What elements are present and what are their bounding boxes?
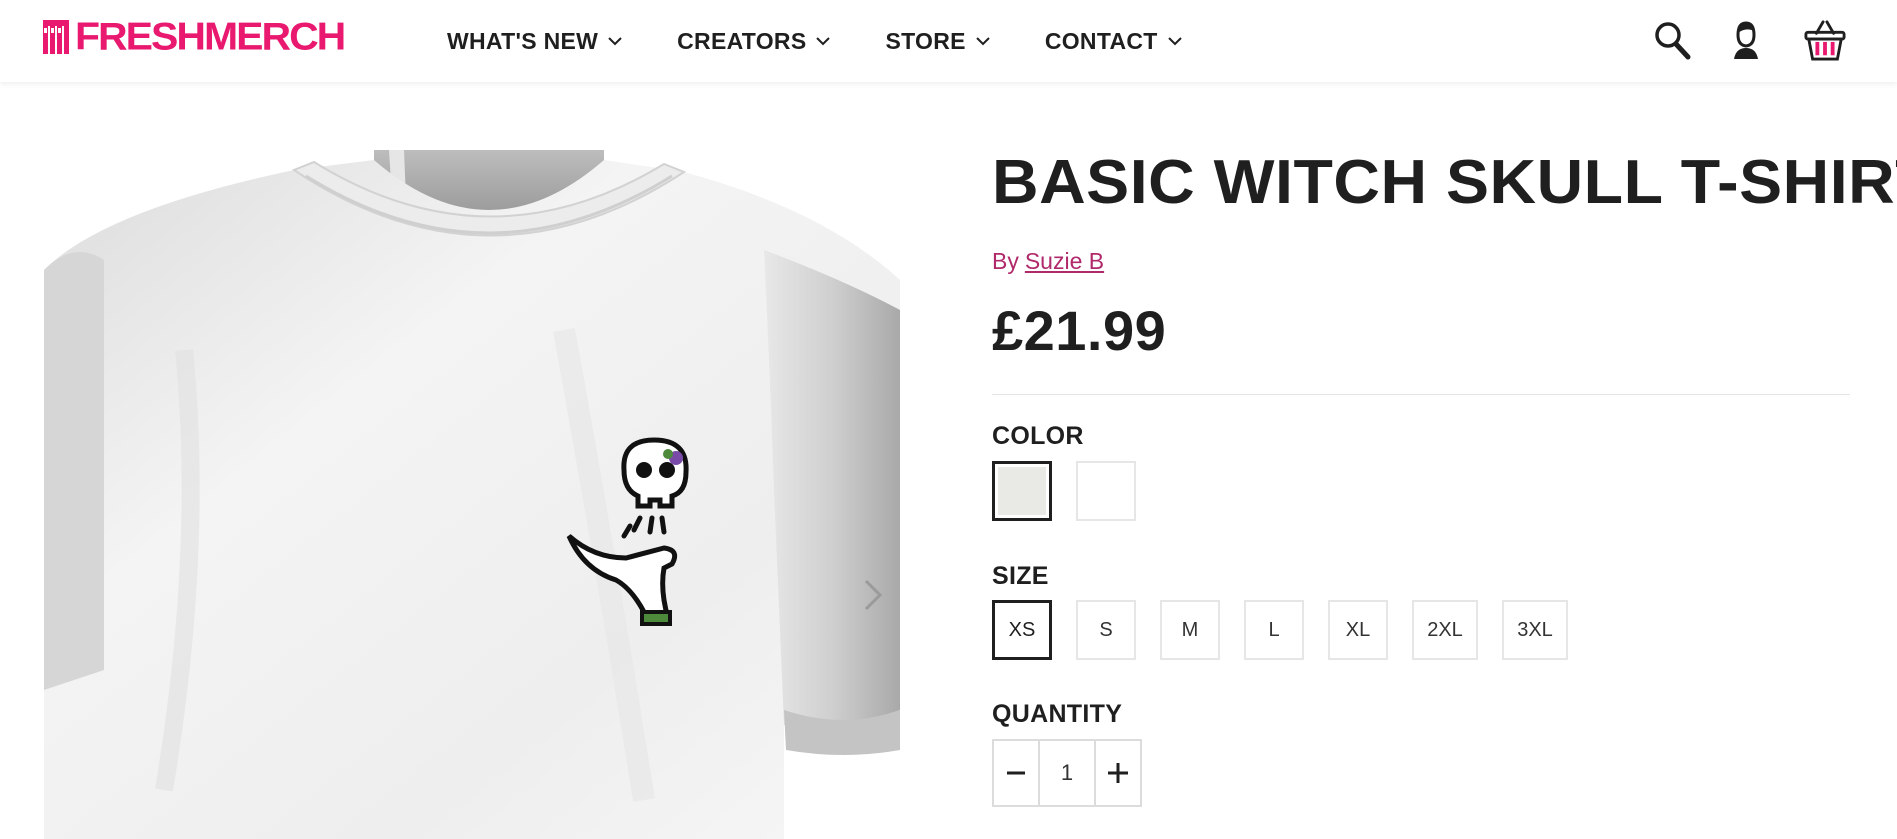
- size-label: SIZE: [992, 562, 1049, 590]
- main-nav: WHAT'S NEW CREATORS STORE CONTACT: [447, 0, 1237, 82]
- color-label: COLOR: [992, 422, 1084, 450]
- tshirt-image: [44, 150, 900, 839]
- size-option-3xl[interactable]: 3XL: [1502, 600, 1568, 660]
- search-icon: [1655, 22, 1691, 60]
- brand-logo[interactable]: FRESHMERCH: [43, 13, 346, 58]
- plus-icon: [1108, 763, 1128, 783]
- size-option-xs[interactable]: XS: [992, 600, 1052, 660]
- size-option-m[interactable]: M: [1160, 600, 1220, 660]
- logo-mark-icon: [43, 20, 69, 54]
- chevron-down-icon: [816, 36, 831, 45]
- divider: [992, 394, 1850, 395]
- quantity-label: QUANTITY: [992, 700, 1123, 728]
- nav-item-store[interactable]: STORE: [885, 27, 990, 55]
- swatch-fill: [998, 467, 1046, 515]
- size-option-2xl[interactable]: 2XL: [1412, 600, 1478, 660]
- nav-item-contact[interactable]: CONTACT: [1045, 28, 1182, 55]
- nav-item-creators[interactable]: CREATORS: [677, 27, 831, 55]
- site-header: FRESHMERCH WHAT'S NEW CREATORS STORE CON…: [0, 0, 1897, 82]
- nav-item-whats-new[interactable]: WHAT'S NEW: [447, 28, 622, 55]
- product-title: BASIC WITCH SKULL T-SHIRT: [992, 148, 1897, 217]
- chevron-down-icon: [1167, 36, 1182, 45]
- quantity-input[interactable]: 1: [1038, 741, 1096, 805]
- brand-name: FRESHMERCH: [75, 13, 346, 58]
- color-swatch-white[interactable]: [1076, 461, 1136, 521]
- quantity-decrease-button[interactable]: [994, 741, 1038, 805]
- creator-link[interactable]: Suzie B: [1025, 248, 1104, 274]
- nav-item-label: WHAT'S NEW: [447, 27, 599, 54]
- nav-item-label: STORE: [885, 27, 966, 54]
- size-option-l[interactable]: L: [1244, 600, 1304, 660]
- product-image[interactable]: [44, 150, 900, 839]
- quantity-stepper: 1: [992, 739, 1142, 807]
- product-price: £21.99: [992, 299, 1167, 362]
- chevron-down-icon: [976, 36, 990, 45]
- size-option-s[interactable]: S: [1076, 600, 1136, 660]
- minus-icon: [1007, 771, 1025, 775]
- color-swatch-ash[interactable]: [992, 461, 1052, 521]
- chevron-right-icon: [864, 579, 883, 611]
- nav-item-label: CONTACT: [1044, 27, 1158, 54]
- basket-icon: [1804, 20, 1846, 61]
- gallery-next-button[interactable]: [860, 575, 886, 615]
- search-button[interactable]: [1651, 16, 1693, 64]
- chevron-down-icon: [608, 36, 622, 45]
- swatch-fill: [1080, 465, 1132, 517]
- quantity-increase-button[interactable]: [1096, 741, 1140, 805]
- by-prefix: By: [992, 248, 1019, 274]
- basket-button[interactable]: [1804, 16, 1846, 64]
- account-icon: [1734, 21, 1758, 59]
- creator-byline: By Suzie B: [992, 248, 1104, 275]
- size-option-xl[interactable]: XL: [1328, 600, 1388, 660]
- account-button[interactable]: [1725, 16, 1767, 64]
- nav-item-label: CREATORS: [677, 27, 807, 54]
